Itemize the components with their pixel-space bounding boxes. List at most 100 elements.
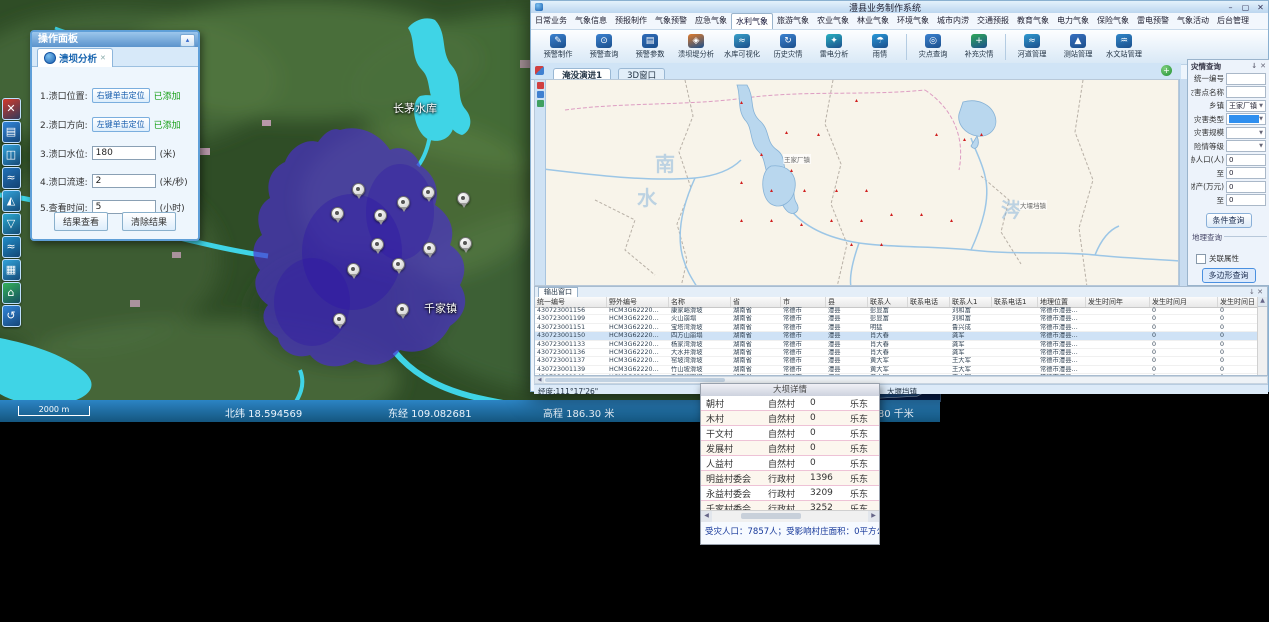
menu-item-6[interactable]: 水利气象 xyxy=(731,13,773,29)
village-row[interactable]: 发展村自然村0乐东 xyxy=(701,441,879,456)
terrain-tool-icon[interactable]: ◭ xyxy=(2,190,21,212)
location-pin[interactable] xyxy=(459,237,472,250)
input-field[interactable]: 0 xyxy=(1226,181,1266,193)
table-row[interactable]: 430723001199HCM3G62220…火山崩塌湖南省常德市澧县彭显富刘和… xyxy=(535,315,1258,323)
location-pin[interactable] xyxy=(423,242,436,255)
flow-speed-input[interactable]: 2 xyxy=(92,174,156,188)
location-pin[interactable] xyxy=(333,313,346,326)
collapse-button[interactable]: ▴ xyxy=(180,34,195,47)
toolbar-button-station[interactable]: ▲测站管理 xyxy=(1055,34,1101,60)
minimize-button[interactable]: – xyxy=(1223,3,1238,12)
column-header[interactable]: 县 xyxy=(826,297,868,307)
input-field[interactable] xyxy=(1226,86,1266,98)
vertical-scrollbar[interactable]: ▲ xyxy=(1257,297,1267,375)
checkbox-icon[interactable] xyxy=(1196,254,1206,264)
column-header[interactable]: 省 xyxy=(731,297,781,307)
toolbar-button-lightning[interactable]: ✦雷电分析 xyxy=(811,34,857,60)
column-header[interactable]: 地理位置 xyxy=(1038,297,1086,307)
station-marker-icon[interactable]: ▴ xyxy=(835,188,838,194)
table-row[interactable]: 430723001136HCM3G62220…大水井滑坡湖南省常德市澧县肖大春龚… xyxy=(535,349,1258,357)
dialog-titlebar[interactable]: 操作面板 ▴ xyxy=(32,32,198,47)
station-marker-icon[interactable]: ▴ xyxy=(830,218,833,224)
view-result-button[interactable]: 结果查看 xyxy=(54,212,108,231)
column-header[interactable]: 发生时间月 xyxy=(1150,297,1218,307)
table-row[interactable]: 430723001139HCM3G62220…竹山坡滑坡湖南省常德市澧县黄大军王… xyxy=(535,366,1258,374)
toolbar-button-alert-params[interactable]: ▤预警参数 xyxy=(627,34,673,60)
station-marker-icon[interactable]: ▴ xyxy=(740,218,743,224)
location-pin[interactable] xyxy=(331,207,344,220)
strip-green-icon[interactable] xyxy=(537,100,544,107)
flood-tool-icon[interactable]: ≈ xyxy=(2,167,21,189)
scroll-left-icon[interactable]: ◀ xyxy=(701,511,712,522)
station-marker-icon[interactable]: ▴ xyxy=(855,98,858,104)
station-marker-icon[interactable]: ▴ xyxy=(935,132,938,138)
menu-item-4[interactable]: 气象预警 xyxy=(651,13,691,29)
scroll-thumb[interactable] xyxy=(545,378,725,382)
pin-icon[interactable]: ↓ xyxy=(1251,62,1257,70)
menu-item-10[interactable]: 环境气象 xyxy=(893,13,933,29)
location-pin[interactable] xyxy=(347,263,360,276)
station-marker-icon[interactable]: ▴ xyxy=(980,132,983,138)
strip-red-icon[interactable] xyxy=(537,82,544,89)
station-marker-icon[interactable]: ▴ xyxy=(740,100,743,106)
close-button[interactable]: ✕ xyxy=(1253,3,1268,12)
add-tab-button[interactable]: + xyxy=(1161,65,1172,76)
menu-item-11[interactable]: 城市内涝 xyxy=(933,13,973,29)
reset-tool-icon[interactable]: ↺ xyxy=(2,305,21,327)
station-marker-icon[interactable]: ▴ xyxy=(740,180,743,186)
station-marker-icon[interactable]: ▴ xyxy=(817,132,820,138)
column-header[interactable]: 联系人1 xyxy=(950,297,992,307)
swipe-tool-icon[interactable]: ◫ xyxy=(2,144,21,166)
window-titlebar[interactable]: 澧县业务制作系统 – ▢ ✕ xyxy=(531,1,1268,13)
grid-tool-icon[interactable]: ▦ xyxy=(2,259,21,281)
menu-item-3[interactable]: 预报制作 xyxy=(611,13,651,29)
table-row[interactable]: 430723001141HCM3G62220…毛家峪崩塌湖南省常德市澧县黄大军王… xyxy=(535,374,1258,375)
tab-close-icon[interactable]: ✕ xyxy=(100,54,106,62)
menu-item-15[interactable]: 保险气象 xyxy=(1093,13,1133,29)
water-level-input[interactable]: 180 xyxy=(92,146,156,160)
toolbar-button-history[interactable]: ↻历史灾情 xyxy=(765,34,811,60)
station-marker-icon[interactable]: ▴ xyxy=(890,212,893,218)
menu-item-8[interactable]: 农业气象 xyxy=(813,13,853,29)
wave-tool-icon[interactable]: ≈ xyxy=(2,236,21,258)
village-row[interactable]: 永益村委会行政村3209乐东 xyxy=(701,486,879,501)
location-pin[interactable] xyxy=(371,238,384,251)
toolbar-button-disaster-point[interactable]: ◎灾点查询 xyxy=(910,34,956,60)
station-marker-icon[interactable]: ▴ xyxy=(800,222,803,228)
location-pin[interactable] xyxy=(374,209,387,222)
column-header[interactable]: 名称 xyxy=(669,297,731,307)
station-marker-icon[interactable]: ▴ xyxy=(963,137,966,143)
village-row[interactable]: 明益村委会行政村1396乐东 xyxy=(701,471,879,486)
water-tool-icon[interactable]: ▽ xyxy=(2,213,21,235)
column-header[interactable]: 市 xyxy=(781,297,826,307)
menu-item-9[interactable]: 林业气象 xyxy=(853,13,893,29)
toolbar-button-river[interactable]: ≈河道管理 xyxy=(1009,34,1055,60)
station-marker-icon[interactable]: ▴ xyxy=(950,218,953,224)
menu-item-1[interactable]: 日常业务 xyxy=(531,13,571,29)
location-pin[interactable] xyxy=(352,183,365,196)
clear-result-button[interactable]: 清除结果 xyxy=(122,212,176,231)
menu-item-2[interactable]: 气象信息 xyxy=(571,13,611,29)
station-marker-icon[interactable]: ▴ xyxy=(770,218,773,224)
toolbar-button-dam-break[interactable]: ◈溃坝堤分析 xyxy=(673,34,719,60)
table-row[interactable]: 430723001150HCM3G62220…四方山崩塌湖南省常德市澧县肖大春龚… xyxy=(535,332,1258,340)
select-field[interactable]: 王家厂镇▼ xyxy=(1226,100,1266,112)
village-row[interactable]: 人益村自然村0乐东 xyxy=(701,456,879,471)
input-field[interactable] xyxy=(1226,73,1266,85)
column-header[interactable]: 统一编号 xyxy=(535,297,607,307)
pick-position-button[interactable]: 右键单击定位 xyxy=(92,88,150,103)
gis-map-view[interactable]: 南 水 涔 王家厂镇 大堰垱镇 ▴▴▴▴▴▴▴▴▴▴▴▴▴▴▴▴▴▴▴▴▴▴▴▴ xyxy=(534,79,1179,286)
table-row[interactable]: 430723001151HCM3G62220…宝塔湾滑坡湖南省常德市澧县明猛鲁兴… xyxy=(535,324,1258,332)
input-field[interactable]: 0 xyxy=(1226,194,1266,206)
station-marker-icon[interactable]: ▴ xyxy=(860,218,863,224)
output-tab[interactable]: 输出窗口 xyxy=(538,287,578,297)
location-pin[interactable] xyxy=(397,196,410,209)
station-marker-icon[interactable]: ▴ xyxy=(880,242,883,248)
village-window-title[interactable]: 大坝详情 xyxy=(701,384,879,396)
input-field[interactable]: 0 xyxy=(1226,167,1266,179)
scroll-thumb[interactable] xyxy=(741,513,801,519)
menu-item-7[interactable]: 旅游气象 xyxy=(773,13,813,29)
maximize-button[interactable]: ▢ xyxy=(1238,3,1253,12)
close-icon[interactable]: ✕ xyxy=(1260,62,1266,70)
toolbar-button-disaster-add[interactable]: +补充灾情 xyxy=(956,34,1002,60)
